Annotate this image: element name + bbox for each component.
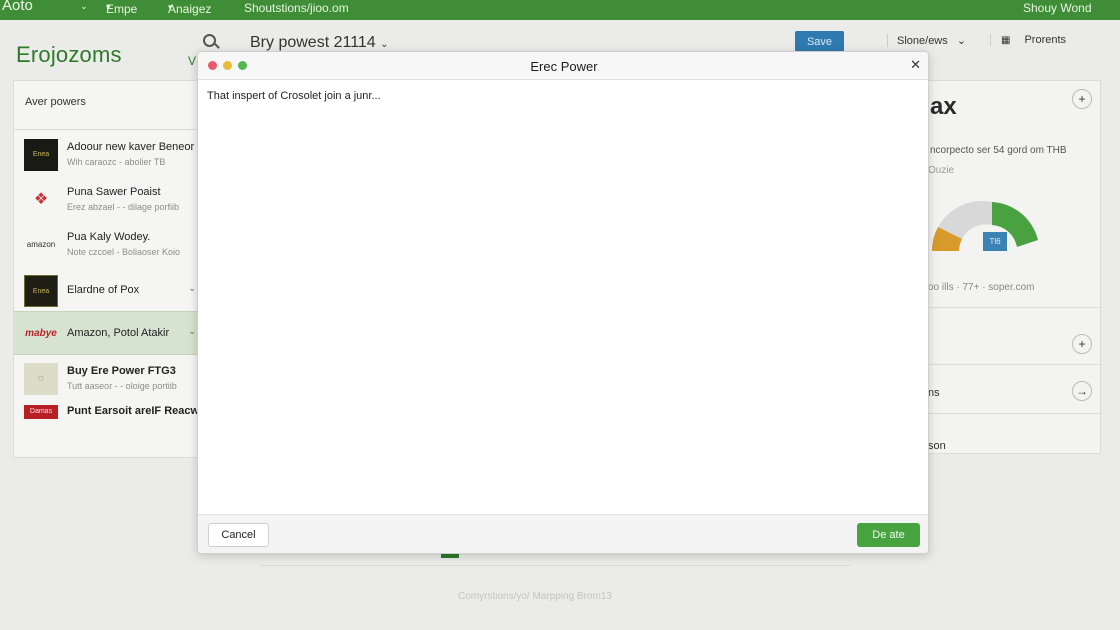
modal-dialog: Erec Power ✕ That inspert of Crosolet jo… xyxy=(197,51,929,554)
item-title: Elardne of Pox xyxy=(67,284,140,296)
chevron-down-icon[interactable]: ⌄ xyxy=(188,283,196,294)
chevron-down-icon: ▾ xyxy=(168,2,173,12)
sidebar-heading: Aver powers xyxy=(25,96,86,108)
chevron-down-icon: ⌄ xyxy=(956,35,967,47)
item-thumbnail: Enea xyxy=(24,139,58,171)
modal-title: Erec Power xyxy=(530,59,598,74)
grid-icon: ▦ xyxy=(1001,35,1011,46)
item-subtitle: Tutt aaseor - - oloige portiib xyxy=(67,381,177,391)
panel-divider xyxy=(904,413,1102,414)
top-app-bar: Aoto ⌄ Empe ▾ Anaigez ▾ Shoutstions/jioo… xyxy=(0,0,1120,20)
stat-sub: Ouzie xyxy=(928,165,955,176)
background-divider xyxy=(260,565,850,566)
chevron-down-icon[interactable]: ⌄ xyxy=(80,1,88,12)
value-badge: Tl6 xyxy=(983,232,1007,251)
item-title: Adoour new kaver Beneor xyxy=(67,141,195,153)
app-logo: Erojozoms xyxy=(16,42,122,67)
item-title: Amazon, Potol Atakir xyxy=(67,327,170,339)
item-thumbnail: Damas xyxy=(24,405,58,419)
menu-url[interactable]: Shoutstions/jioo.om xyxy=(244,1,349,15)
footer-text: Comyrstions/yo/ Marpping Brom13 xyxy=(458,591,612,602)
item-title: Pua Kaly Wodey. xyxy=(67,231,151,243)
item-subtitle: Note czcoel - Boliaoser Koio xyxy=(67,247,181,257)
sidebar-divider xyxy=(14,129,204,130)
sidebar-item-active[interactable]: mabye Amazon, Potol Atakir ⌄ xyxy=(14,311,204,355)
panel-divider xyxy=(904,307,1102,308)
confirm-button[interactable]: De ate xyxy=(857,523,920,547)
item-subtitle: Erez abzael - - dilage porfiib xyxy=(67,202,180,212)
document-title-text: Bry powest 21114 xyxy=(250,34,376,51)
left-sidebar: Aver powers Enea Adoour new kaver Beneor… xyxy=(13,80,206,458)
item-subtitle: Wih caraozc - abolier TB xyxy=(67,157,166,167)
modal-footer: Cancel De ate xyxy=(198,514,928,553)
sidebar-item[interactable]: Damas Punt Earsoit areIF Reacwo xyxy=(14,403,206,447)
chevron-down-icon: ▾ xyxy=(106,2,111,12)
panel-divider xyxy=(904,364,1102,365)
item-title: Puna Sawer Poaist xyxy=(67,186,161,198)
brand-logo: ax xyxy=(930,93,957,120)
chevron-down-icon[interactable]: ⌄ xyxy=(188,326,196,337)
close-icon[interactable]: ✕ xyxy=(910,58,921,72)
panel-row-b[interactable]: son xyxy=(928,440,946,452)
save-button[interactable]: Save xyxy=(795,31,844,53)
stat-line: ncorpecto ser 54 gord om THB xyxy=(930,145,1067,156)
right-panel: ax + ncorpecto ser 54 gord om THB Ouzie … xyxy=(903,80,1102,454)
modal-header: Erec Power ✕ xyxy=(198,52,928,80)
plus-icon[interactable]: + xyxy=(1072,89,1092,109)
chevron-down-icon: ⌄ xyxy=(380,39,389,50)
projects-label: Prorents xyxy=(1024,34,1067,46)
item-thumbnail: amazon xyxy=(24,229,58,261)
user-menu[interactable]: Shouy Wond xyxy=(1023,1,1092,15)
item-thumbnail: ❖ xyxy=(24,184,58,216)
search-icon[interactable] xyxy=(203,34,216,47)
item-thumbnail: Enea xyxy=(24,275,58,307)
item-thumbnail: ◻ xyxy=(24,363,58,395)
item-thumbnail: mabye xyxy=(25,328,57,339)
sort-select[interactable]: Slone/ews ⌄ xyxy=(887,34,966,47)
sidebar-item[interactable]: Enea Elardne of Pox ⌄ xyxy=(14,269,204,313)
item-title: Punt Earsoit areIF Reacwo xyxy=(67,405,206,417)
app-brand[interactable]: Aoto xyxy=(2,0,33,14)
sort-select-label: Slone/ews xyxy=(897,35,948,47)
modal-body-text[interactable]: That inspert of Crosolet join a junr... xyxy=(207,90,921,510)
plus-icon[interactable]: + xyxy=(1072,334,1092,354)
donut-caption: oo ills · 77+ · soper.com xyxy=(928,282,1035,293)
cancel-button[interactable]: Cancel xyxy=(208,523,269,547)
item-title: Buy Ere Power FTG3 xyxy=(67,365,176,377)
arrow-right-icon[interactable]: → xyxy=(1072,381,1092,401)
panel-row-a[interactable]: ns xyxy=(928,387,940,399)
menu-anaigez-label: Anaigez xyxy=(168,2,212,16)
sidebar-item[interactable]: Enea Adoour new kaver Beneor Wih caraozc… xyxy=(14,133,204,177)
sidebar-item[interactable]: ◻ Buy Ere Power FTG3 Tutt aaseor - - olo… xyxy=(14,357,204,401)
view-label: V xyxy=(188,54,197,68)
donut-chart xyxy=(931,200,1038,251)
sidebar-item[interactable]: amazon Pua Kaly Wodey. Note czcoel - Bol… xyxy=(14,223,204,267)
document-title[interactable]: Bry powest 21114 ⌄ xyxy=(250,34,389,52)
sidebar-item[interactable]: ❖ Puna Sawer Poaist Erez abzael - - dila… xyxy=(14,178,204,222)
projects-button[interactable]: ▦ Prorents xyxy=(990,34,1066,46)
